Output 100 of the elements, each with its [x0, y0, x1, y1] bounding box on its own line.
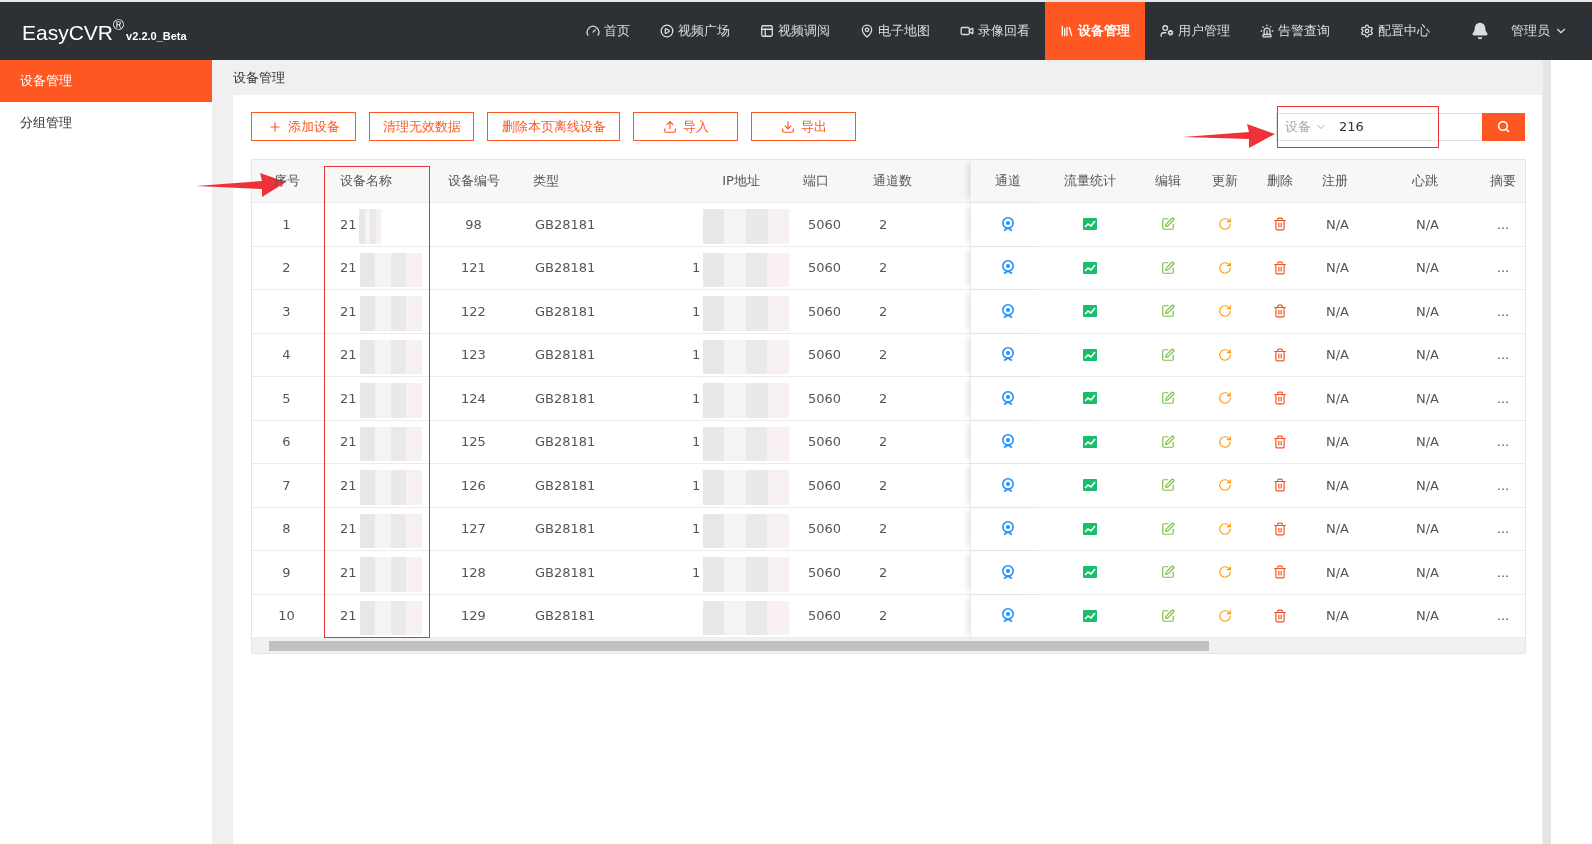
edit-icon[interactable]	[1160, 260, 1175, 275]
edit-icon[interactable]	[1160, 608, 1175, 623]
nav-tab[interactable]: 视频调阅	[745, 2, 845, 60]
column-header: 流量统计	[1064, 172, 1116, 190]
table-cell: 2	[879, 564, 888, 580]
table-cell: 21	[340, 216, 357, 232]
refresh-icon[interactable]	[1218, 434, 1232, 449]
chart-icon[interactable]	[1083, 392, 1097, 405]
table-cell: N/A	[1326, 216, 1349, 232]
video-camera-icon	[960, 24, 974, 38]
chart-icon[interactable]	[1083, 609, 1097, 622]
nav-tab[interactable]: 首页	[571, 2, 645, 60]
edit-icon[interactable]	[1160, 521, 1175, 536]
refresh-icon[interactable]	[1218, 478, 1232, 493]
camera-icon[interactable]	[1001, 347, 1015, 363]
refresh-icon[interactable]	[1218, 347, 1232, 362]
table-cell: 7	[282, 477, 291, 493]
table-cell: 1	[692, 564, 701, 580]
chart-icon[interactable]	[1083, 261, 1097, 274]
table-cell: 98	[465, 216, 482, 232]
trash-icon[interactable]	[1273, 304, 1287, 319]
search-button[interactable]	[1482, 112, 1525, 141]
user-menu[interactable]: 管理员	[1501, 2, 1568, 60]
trash-icon[interactable]	[1273, 391, 1287, 406]
table-cell: 1	[282, 216, 291, 232]
trash-icon[interactable]	[1273, 434, 1287, 449]
horizontal-scrollbar[interactable]	[252, 638, 1525, 653]
table-cell: N/A	[1416, 347, 1439, 363]
camera-icon[interactable]	[1001, 390, 1015, 406]
table-cell: 5060	[808, 608, 842, 624]
camera-icon[interactable]	[1001, 477, 1015, 493]
refresh-icon[interactable]	[1218, 304, 1232, 319]
chart-icon[interactable]	[1083, 522, 1097, 535]
edit-icon[interactable]	[1160, 565, 1175, 580]
edit-icon[interactable]	[1160, 434, 1175, 449]
column-header: 更新	[1212, 172, 1238, 190]
redaction-blur	[360, 426, 422, 461]
chart-icon[interactable]	[1083, 566, 1097, 579]
vertical-scrollbar[interactable]	[1543, 60, 1551, 844]
table-cell: 5060	[808, 564, 842, 580]
trash-icon[interactable]	[1273, 521, 1287, 536]
edit-icon[interactable]	[1160, 304, 1175, 319]
redaction-blur	[360, 557, 422, 592]
table-cell: GB28181	[535, 564, 596, 580]
chart-icon[interactable]	[1083, 348, 1097, 361]
refresh-icon[interactable]	[1218, 217, 1232, 232]
edit-icon[interactable]	[1160, 347, 1175, 362]
table-cell: 8	[282, 521, 291, 537]
table-cell: 1	[692, 347, 701, 363]
refresh-icon[interactable]	[1218, 260, 1232, 275]
camera-icon[interactable]	[1001, 608, 1015, 624]
table-cell: 5060	[808, 477, 842, 493]
table-cell: ...	[1496, 564, 1510, 580]
refresh-icon[interactable]	[1218, 608, 1232, 623]
bell-icon[interactable]	[1471, 22, 1489, 40]
table-cell: GB28181	[535, 434, 596, 450]
edit-icon[interactable]	[1160, 217, 1175, 232]
chart-icon[interactable]	[1083, 305, 1097, 318]
trash-icon[interactable]	[1273, 217, 1287, 232]
table-cell: 1	[692, 521, 701, 537]
table-cell: N/A	[1416, 521, 1439, 537]
camera-icon[interactable]	[1001, 521, 1015, 537]
nav-tab[interactable]: 用户管理	[1145, 2, 1245, 60]
trash-icon[interactable]	[1273, 347, 1287, 362]
table-cell: 1	[692, 260, 701, 276]
books-icon	[1060, 24, 1074, 38]
refresh-icon[interactable]	[1218, 565, 1232, 580]
table-cell: 6	[282, 434, 291, 450]
chart-icon[interactable]	[1083, 479, 1097, 492]
trash-icon[interactable]	[1273, 478, 1287, 493]
camera-icon[interactable]	[1001, 260, 1015, 276]
trash-icon[interactable]	[1273, 260, 1287, 275]
nav-tab[interactable]: 配置中心	[1345, 2, 1445, 60]
camera-icon[interactable]	[1001, 434, 1015, 450]
breadcrumb: 设备管理	[233, 68, 285, 87]
chart-icon[interactable]	[1083, 218, 1097, 231]
refresh-icon[interactable]	[1218, 391, 1232, 406]
nav-tab[interactable]: 电子地图	[845, 2, 945, 60]
refresh-icon[interactable]	[1218, 521, 1232, 536]
table-cell: 21	[340, 521, 357, 537]
chart-icon[interactable]	[1083, 435, 1097, 448]
table-cell: 1	[692, 390, 701, 406]
search-field[interactable]: 设备 216	[1276, 112, 1482, 141]
trash-icon[interactable]	[1273, 565, 1287, 580]
nav-tab[interactable]: 视频广场	[645, 2, 745, 60]
table-cell: ...	[1496, 216, 1510, 232]
camera-icon[interactable]	[1001, 216, 1015, 232]
table-cell: 5060	[808, 521, 842, 537]
camera-icon[interactable]	[1001, 303, 1015, 319]
edit-icon[interactable]	[1160, 391, 1175, 406]
table-cell: 125	[461, 434, 486, 450]
table-cell: 5	[282, 390, 291, 406]
camera-icon[interactable]	[1001, 564, 1015, 580]
nav-tab[interactable]: 录像回看	[945, 2, 1045, 60]
table-cell: 2	[879, 347, 888, 363]
sidebar-item[interactable]: 分组管理	[0, 102, 212, 144]
column-header: 注册	[1322, 172, 1348, 190]
edit-icon[interactable]	[1160, 478, 1175, 493]
nav-tab[interactable]: 告警查询	[1245, 2, 1345, 60]
trash-icon[interactable]	[1273, 608, 1287, 623]
